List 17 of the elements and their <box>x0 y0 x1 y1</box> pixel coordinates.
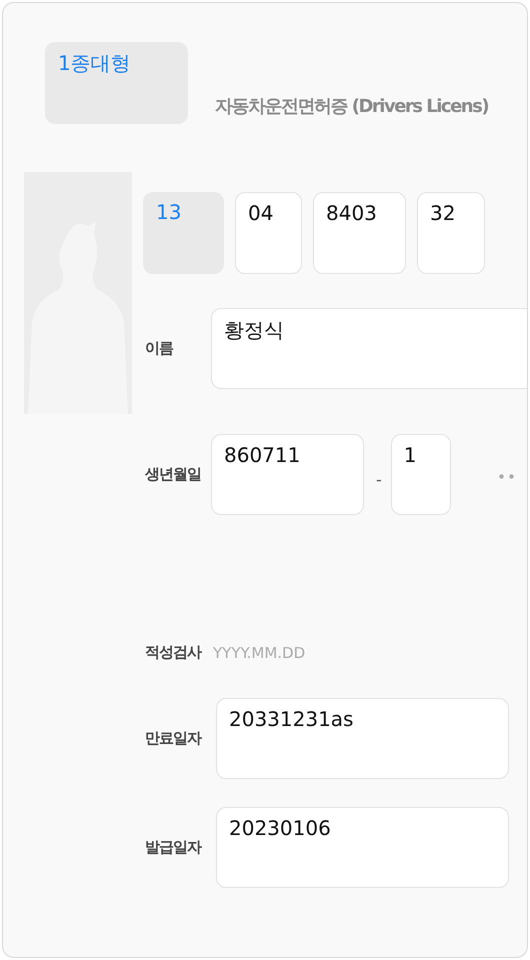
field-label: 이름 <box>144 339 174 358</box>
text-field[interactable]: 1 <box>390 434 451 515</box>
field-label: 만료일자 <box>144 729 202 748</box>
field-label: 발급일자 <box>144 838 202 857</box>
date-field[interactable]: YYYY.MM.DD <box>213 644 333 662</box>
text-field[interactable]: 20230106 <box>216 807 509 888</box>
license-number-field[interactable]: 32 <box>417 192 485 274</box>
text-field[interactable]: 20331231as <box>216 698 509 779</box>
text-field[interactable]: 황정식 <box>211 308 527 389</box>
field-label: 적성검사 <box>144 643 202 662</box>
card-title: 자동차운전면허증 (Drivers Licens) <box>215 95 488 118</box>
text-field[interactable]: 860711 <box>211 434 364 515</box>
license-number-field[interactable]: 8403 <box>313 192 406 274</box>
masked-dots-icon <box>498 474 515 479</box>
license-number-field[interactable]: 04 <box>235 192 302 274</box>
field-label: 생년월일 <box>144 465 202 484</box>
separator-text: - <box>376 470 382 489</box>
